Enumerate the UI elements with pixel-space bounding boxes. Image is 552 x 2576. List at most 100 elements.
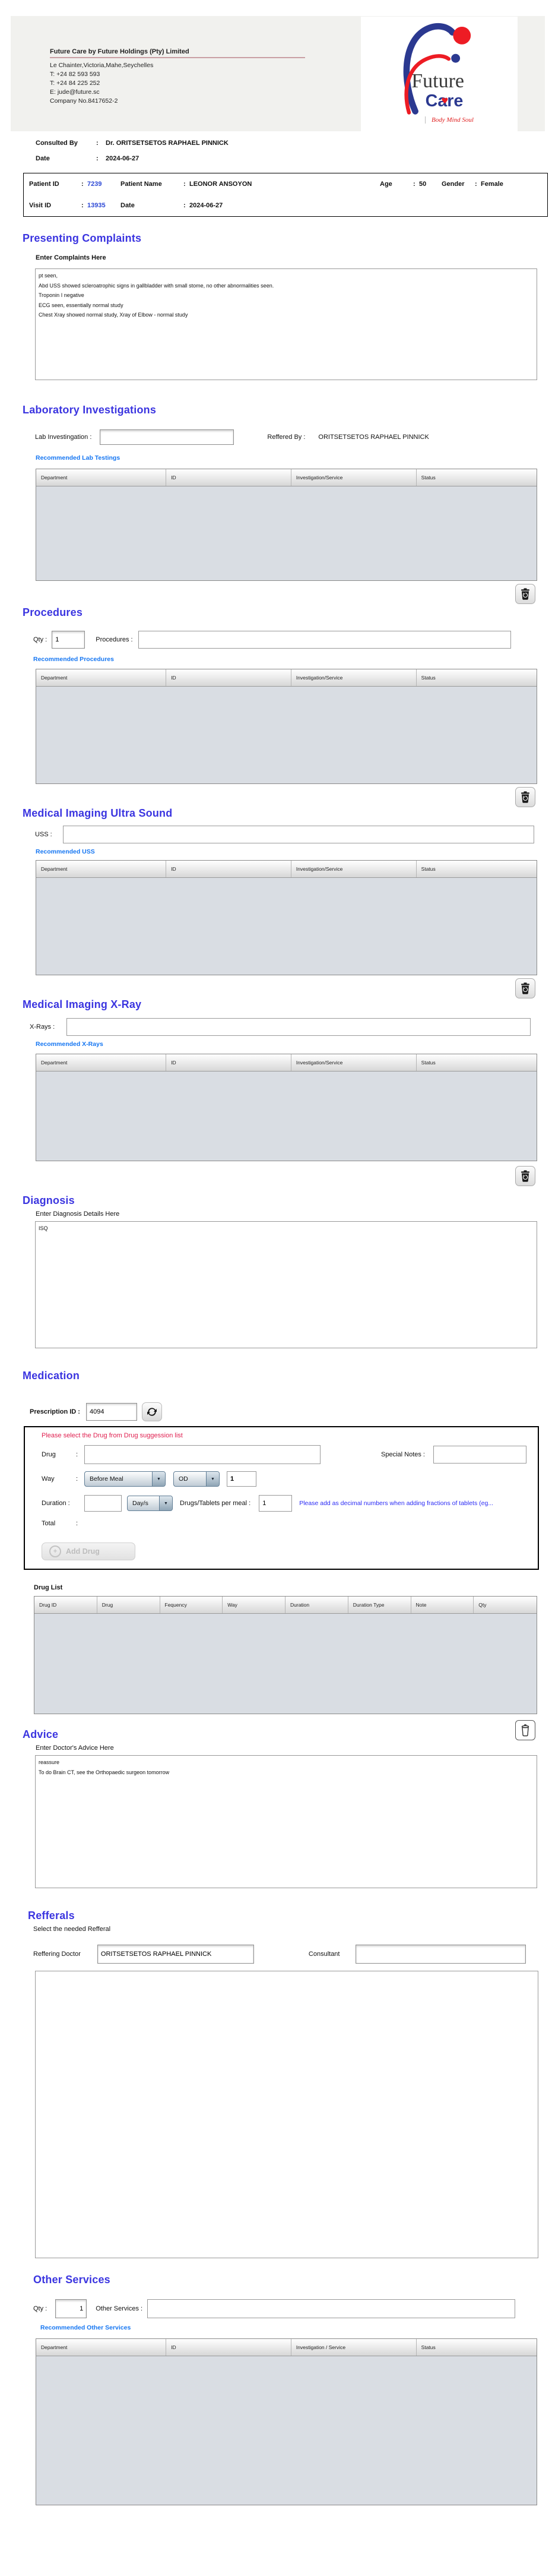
lab-table-body: [36, 486, 537, 580]
trash-icon: [521, 982, 529, 994]
diagnosis-textarea[interactable]: ISQ: [35, 1221, 537, 1348]
special-notes-input[interactable]: [433, 1446, 526, 1464]
recommended-xrays-link[interactable]: Recommended X-Rays: [36, 1041, 552, 1048]
meal-timing-select[interactable]: Before Meal ▼: [84, 1471, 166, 1487]
col-id: ID: [166, 2339, 291, 2356]
recommended-lab-link[interactable]: Recommended Lab Testings: [36, 454, 552, 462]
procedures-qty-input[interactable]: [52, 631, 85, 649]
other-services-qty-label: Qty :: [33, 2305, 47, 2312]
trash-outline-icon: [521, 1724, 529, 1737]
lab-investigation-label: Lab Investingation :: [35, 434, 92, 441]
reffering-doctor-input[interactable]: [97, 1945, 254, 1964]
xray-title: Medical Imaging X-Ray: [23, 998, 142, 1010]
col-department: Department: [36, 861, 167, 877]
chevron-down-icon: ▼: [152, 1472, 165, 1486]
col-status: Status: [421, 2344, 436, 2350]
drug-list-table: Drug ID Drug Fequency Way Duration Durat…: [34, 1596, 537, 1714]
duration-input[interactable]: [84, 1495, 122, 1512]
per-meal-input[interactable]: [259, 1495, 293, 1512]
consulted-by-row: Consulted By : Dr. ORITSETSETOS RAPHAEL …: [36, 140, 552, 147]
colon: :: [183, 202, 186, 209]
lab-table-header: Department ID Investigation/Service Stat…: [36, 469, 537, 486]
other-services-input[interactable]: [147, 2299, 516, 2318]
drug-list-delete-button[interactable]: [515, 1720, 535, 1740]
consult-date-value: 2024-06-27: [106, 155, 139, 162]
medication-title: Medication: [23, 1370, 80, 1382]
future-care-logo: Future Care ♥ Body Mind Soul: [361, 17, 518, 133]
special-notes-label: Special Notes :: [381, 1451, 425, 1458]
diagnosis-label: Enter Diagnosis Details Here: [36, 1210, 120, 1218]
gender-group: Gender : Female: [442, 181, 547, 188]
procedures-table-body: [36, 687, 537, 783]
col-investigation-service: Investigation/Service: [291, 1054, 417, 1071]
prescription-refresh-button[interactable]: [141, 1402, 162, 1421]
company-email: E: jude@future.sc: [50, 88, 100, 96]
xray-delete-button[interactable]: [515, 1166, 535, 1186]
col-status: Status: [421, 675, 436, 681]
advice-textarea[interactable]: reassure To do Brain CT, see the Orthopa…: [35, 1755, 537, 1888]
add-drug-label: Add Drug: [66, 1547, 100, 1556]
col-status: Status: [421, 1060, 436, 1066]
procedures-delete-button[interactable]: [515, 787, 535, 807]
age-value: 50: [419, 181, 427, 188]
uss-table: Department ID Investigation/Service Stat…: [36, 860, 537, 975]
procedures-input[interactable]: [138, 631, 511, 649]
drug-table-body: [34, 1614, 537, 1714]
lab-investigation-input[interactable]: [100, 429, 234, 445]
patient-id-value: 7239: [87, 181, 102, 188]
trash-icon: [521, 588, 529, 600]
drug-suggestion-warning: Please select the Drug from Drug suggess…: [42, 1432, 183, 1439]
recommended-procedures-link[interactable]: Recommended Procedures: [33, 656, 552, 663]
col-duration-type: Duration Type: [348, 1597, 411, 1613]
colon: :: [183, 181, 186, 188]
recommended-other-services-link[interactable]: Recommended Other Services: [40, 2324, 552, 2331]
refresh-icon: [147, 1408, 157, 1416]
procedures-table-header: Department ID Investigation/Service Stat…: [36, 669, 537, 687]
col-id: ID: [166, 669, 291, 686]
uss-delete-button[interactable]: [515, 978, 535, 998]
col-department: Department: [36, 1054, 167, 1071]
add-drug-button[interactable]: + Add Drug: [42, 1543, 135, 1560]
trash-icon: [521, 1170, 529, 1182]
prescription-id-input[interactable]: [85, 1403, 137, 1421]
consult-date-row: Date : 2024-06-27: [36, 155, 552, 162]
xrays-input[interactable]: [66, 1018, 531, 1036]
other-services-table-body: [36, 2356, 537, 2505]
future-care-logo-icon: Future Care ♥: [403, 23, 471, 115]
col-department: Department: [36, 2339, 167, 2356]
duration-unit-select[interactable]: Day/s ▼: [127, 1496, 173, 1511]
uss-table-header: Department ID Investigation/Service Stat…: [36, 861, 537, 878]
lab-delete-button[interactable]: [515, 584, 535, 604]
colon: :: [413, 181, 415, 188]
col-investigation-service: Investigation/Service: [291, 861, 417, 877]
uss-input[interactable]: [62, 826, 534, 843]
xray-table: Department ID Investigation/Service Stat…: [36, 1054, 537, 1161]
col-department: Department: [36, 669, 167, 686]
colon: :: [96, 140, 99, 147]
consultant-input[interactable]: [356, 1945, 526, 1964]
procedures-qty-label: Qty :: [33, 636, 47, 643]
col-drug: Drug: [97, 1597, 160, 1613]
xray-table-body: [36, 1072, 537, 1161]
drug-list-label: Drug List: [34, 1584, 63, 1591]
lab-testings-table: Department ID Investigation/Service Stat…: [36, 469, 537, 581]
other-services-label: Other Services :: [96, 2305, 143, 2312]
drug-input[interactable]: [84, 1445, 321, 1464]
way-qty-input[interactable]: [227, 1471, 256, 1487]
other-services-qty-input[interactable]: [55, 2299, 87, 2318]
uss-table-body: [36, 878, 537, 975]
company-address: Le Chainter,Victoria,Mahe,Seychelles: [50, 62, 154, 69]
col-drug-id: Drug ID: [34, 1597, 97, 1613]
gender-value: Female: [481, 181, 503, 188]
col-investigation-service: Investigation / Service: [291, 2339, 417, 2356]
patient-name-label: Patient Name: [120, 181, 162, 188]
complaints-textarea[interactable]: pt seen, Abd USS showed scleroatrophic s…: [35, 268, 537, 380]
laboratory-title: Laboratory Investigations: [23, 404, 157, 416]
frequency-select[interactable]: OD ▼: [173, 1471, 220, 1487]
svg-text:♥: ♥: [441, 97, 448, 106]
refferal-listbox[interactable]: [35, 1971, 538, 2258]
colon: :: [81, 181, 84, 188]
refferals-title: Refferals: [28, 1910, 75, 1921]
patient-row-2: Visit ID : 13935 Date : 2024-06-27: [24, 195, 547, 216]
recommended-uss-link[interactable]: Recommended USS: [36, 848, 552, 855]
